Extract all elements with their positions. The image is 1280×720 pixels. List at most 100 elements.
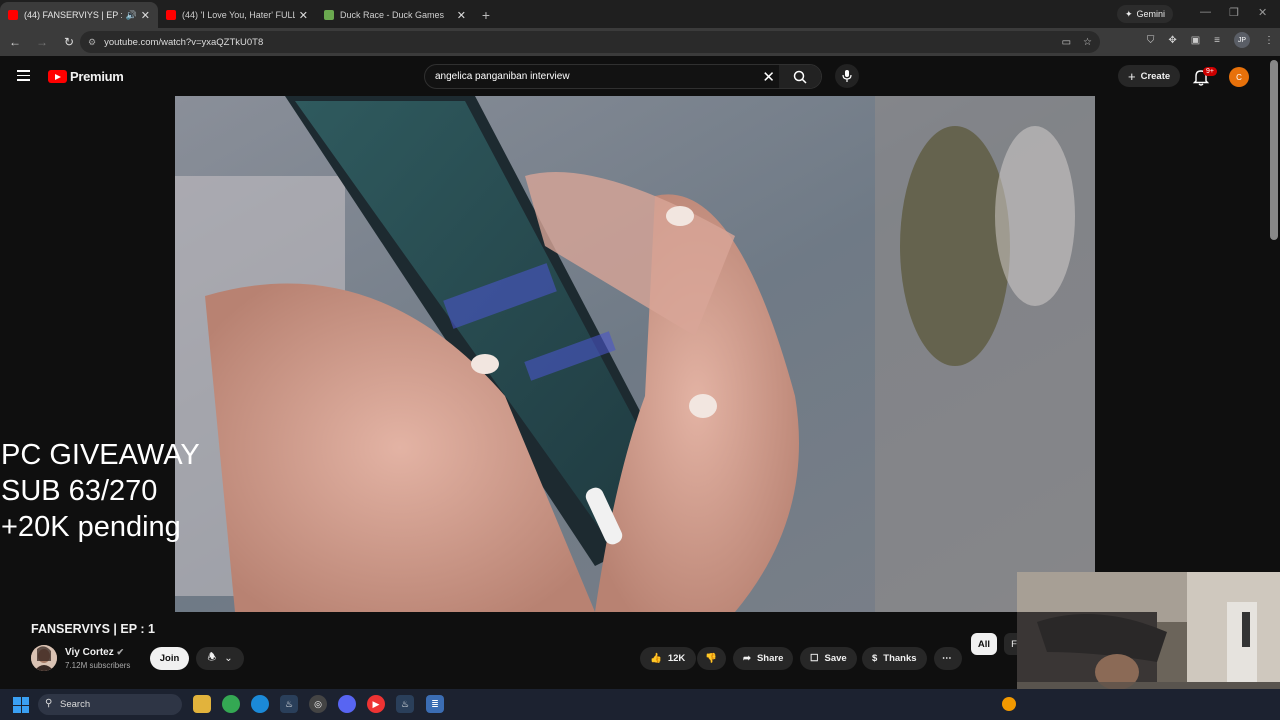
channel-avatar-image	[31, 645, 57, 671]
bell-icon: 🕭	[207, 652, 217, 663]
bookmark-icon: ☐	[810, 653, 819, 664]
video-frame-image	[175, 96, 1095, 612]
more-horizontal-icon: ⋯	[942, 653, 952, 664]
reload-icon[interactable]: ↻	[57, 30, 81, 54]
page-scrollbar[interactable]	[1270, 60, 1278, 240]
windows-start-icon[interactable]	[13, 697, 29, 713]
subscription-bell-button[interactable]: 🕭 ⌄	[196, 647, 244, 670]
share-arrow-icon: ➦	[743, 653, 751, 664]
search-button[interactable]	[779, 65, 821, 88]
url-text: youtube.com/watch?v=yxaQZTkU0T8	[104, 36, 264, 48]
browser-toolbar: ← → ↻ ⚙ youtube.com/watch?v=yxaQZTkU0T8 …	[0, 28, 1280, 56]
tab-title: (44) 'I Love You, Hater' FULL M	[182, 10, 295, 20]
youtube-favicon-icon	[166, 10, 176, 20]
search-input[interactable]: angelica panganiban interview	[435, 71, 570, 82]
tab-title: (44) FANSERVIYS | EP : 1 - Y	[24, 10, 122, 20]
thumbs-up-icon: 👍	[650, 653, 662, 664]
cast-icon[interactable]: ▭	[1062, 37, 1071, 48]
taskbar-search-label: Search	[60, 699, 91, 710]
forward-icon[interactable]: →	[30, 30, 54, 54]
windows-taskbar: ⚲ Search ♨ ◎ ▶ ♨ ≣	[0, 689, 1280, 720]
super-thanks-icon: $	[872, 653, 878, 664]
media-player-icon[interactable]: ▶	[367, 695, 385, 713]
youtube-favicon-icon	[8, 10, 18, 20]
tab-fanserviys[interactable]: (44) FANSERVIYS | EP : 1 - Y 🔊 ✕	[0, 2, 158, 28]
join-button[interactable]: Join	[150, 647, 189, 670]
chevron-down-icon: ⌄	[224, 653, 233, 664]
account-avatar[interactable]: C	[1229, 67, 1249, 87]
restore-icon[interactable]: ❐	[1229, 6, 1239, 19]
overlay-line-3: +20K pending	[1, 511, 181, 543]
dislike-button[interactable]: 👎	[697, 647, 726, 670]
create-label: Create	[1140, 70, 1171, 82]
profile-avatar[interactable]: JP	[1234, 32, 1250, 48]
bookmark-star-icon[interactable]: ☆	[1083, 37, 1092, 48]
address-bar[interactable]: ⚙ youtube.com/watch?v=yxaQZTkU0T8 ▭ ☆	[80, 31, 1100, 53]
window-close-icon[interactable]: ✕	[1258, 6, 1267, 19]
taskbar-search[interactable]: ⚲ Search	[38, 694, 182, 715]
like-count: 12K	[667, 653, 686, 664]
giveaway-overlay: PC GIVEAWAY SUB 63/270 +20K pending	[1, 437, 200, 545]
media-controls-icon[interactable]: ≡	[1214, 35, 1220, 46]
youtube-premium-logo[interactable]: Premium	[48, 69, 124, 84]
close-tab-icon[interactable]: ✕	[141, 9, 150, 22]
tab-duck-race[interactable]: Duck Race - Duck Games ✕	[316, 2, 474, 28]
share-button[interactable]: ➦ Share	[733, 647, 794, 670]
overlay-line-1: PC GIVEAWAY	[1, 439, 200, 471]
tab-i-love-you-hater[interactable]: (44) 'I Love You, Hater' FULL M ✕	[158, 2, 316, 28]
notification-badge: 9+	[1203, 67, 1217, 76]
youtube-header: Premium angelica panganiban interview ✕ …	[0, 56, 1280, 96]
channel-name[interactable]: Viy Cortez ✔	[65, 647, 124, 658]
subscriber-count: 7.12M subscribers	[65, 661, 131, 670]
steam-icon[interactable]: ♨	[280, 695, 298, 713]
shield-icon[interactable]: ⛉	[1147, 35, 1155, 46]
clear-search-icon[interactable]: ✕	[762, 68, 775, 86]
more-actions-button[interactable]: ⋯	[934, 647, 962, 670]
channel-avatar[interactable]	[31, 645, 57, 671]
channel-name-label: Viy Cortez	[65, 647, 114, 658]
gemini-button[interactable]: ✦ Gemini	[1116, 5, 1173, 23]
save-button[interactable]: ☐ Save	[800, 647, 857, 670]
site-info-icon[interactable]: ⚙	[88, 37, 96, 48]
sidepanel-icon[interactable]: ▣	[1191, 35, 1200, 46]
notepad-icon[interactable]: ≣	[426, 695, 444, 713]
discord-icon[interactable]	[338, 695, 356, 713]
close-tab-icon[interactable]: ✕	[457, 9, 466, 22]
chrome-icon[interactable]	[222, 695, 240, 713]
thanks-button[interactable]: $ Thanks	[862, 647, 927, 670]
video-title: FANSERVIYS | EP : 1	[31, 622, 155, 636]
search-icon: ⚲	[45, 698, 53, 709]
sparkle-icon: ✦	[1124, 8, 1133, 19]
thanks-label: Thanks	[883, 653, 917, 664]
gemini-label: Gemini	[1136, 9, 1165, 19]
close-tab-icon[interactable]: ✕	[299, 9, 308, 22]
edge-icon[interactable]	[251, 695, 269, 713]
back-icon[interactable]: ←	[3, 30, 27, 54]
minimize-icon[interactable]: —	[1200, 6, 1211, 18]
video-player[interactable]	[175, 96, 1095, 612]
voice-search-button[interactable]	[835, 64, 859, 88]
thumbs-down-icon: 👎	[705, 653, 717, 664]
menu-kebab-icon[interactable]: ⋮	[1264, 35, 1274, 46]
hamburger-menu-icon[interactable]	[17, 70, 30, 81]
search-box[interactable]: angelica panganiban interview ✕	[424, 64, 822, 89]
microphone-icon	[842, 70, 852, 82]
chip-all[interactable]: All	[971, 633, 997, 655]
plus-icon: +	[1128, 68, 1136, 84]
weather-icon[interactable]	[1002, 697, 1016, 711]
create-button[interactable]: + Create	[1118, 65, 1181, 87]
search-icon	[793, 70, 807, 84]
speaker-icon[interactable]: 🔊	[126, 10, 137, 21]
save-label: Save	[824, 653, 847, 664]
duck-favicon-icon	[324, 10, 334, 20]
tab-title: Duck Race - Duck Games	[340, 10, 445, 20]
file-explorer-icon[interactable]	[193, 695, 211, 713]
obs-icon[interactable]: ◎	[309, 695, 327, 713]
like-button[interactable]: 👍 12K	[640, 647, 696, 670]
steam-alt-icon[interactable]: ♨	[396, 695, 414, 713]
extensions-icon[interactable]: ✥	[1168, 35, 1176, 46]
browser-tab-strip: (44) FANSERVIYS | EP : 1 - Y 🔊 ✕ (44) 'I…	[0, 0, 1280, 28]
share-label: Share	[756, 653, 784, 664]
overlay-line-2: SUB 63/270	[1, 475, 158, 507]
new-tab-button[interactable]: +	[474, 2, 498, 28]
